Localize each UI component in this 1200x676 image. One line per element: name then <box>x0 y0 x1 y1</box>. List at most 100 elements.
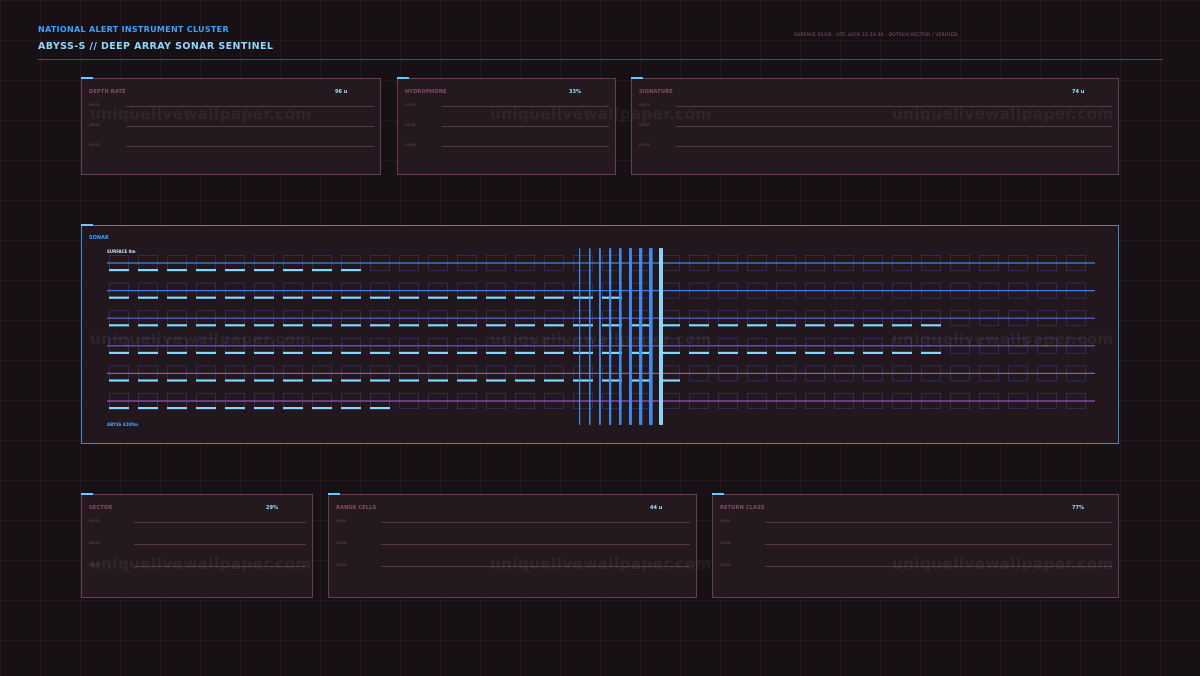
channel-row: CH 03 <box>405 143 609 149</box>
channel-label: CH 02 <box>720 541 731 545</box>
return-bar <box>138 296 158 299</box>
channel-label: CH 03 <box>639 143 650 147</box>
return-bar <box>370 351 390 354</box>
return-bar <box>341 296 361 299</box>
return-bar <box>428 379 448 382</box>
return-bar <box>312 324 332 327</box>
return-bar <box>283 407 303 410</box>
return-bar <box>138 324 158 327</box>
return-bar <box>196 324 216 327</box>
return-bar <box>109 351 129 354</box>
return-bar <box>341 269 361 272</box>
return-bar <box>921 351 941 354</box>
panel-tab <box>631 77 643 79</box>
return-bar <box>457 379 477 382</box>
return-bar <box>863 351 883 354</box>
channel-row: CH 01 <box>336 519 690 525</box>
panel-value: 74 u <box>1072 89 1085 95</box>
return-bar <box>109 407 129 410</box>
watermark: uniquelivewallpaper.com <box>892 105 1114 123</box>
return-bar <box>167 379 187 382</box>
watermark: uniquelivewallpaper.com <box>90 555 312 573</box>
return-bar <box>428 351 448 354</box>
watermark: uniquelivewallpaper.com <box>892 555 1114 573</box>
return-bar <box>689 324 709 327</box>
channel-row: CH 03 <box>639 143 1112 149</box>
watermark: uniquelivewallpaper.com <box>892 330 1114 348</box>
panel-label: RANGE CELLS <box>336 505 377 511</box>
panel-value: 96 u <box>335 89 348 95</box>
return-bar <box>805 351 825 354</box>
return-bar <box>486 379 506 382</box>
return-bar <box>747 324 767 327</box>
return-bar <box>109 379 129 382</box>
return-bar <box>486 296 506 299</box>
panel-label: HYDROPHONE <box>405 89 447 95</box>
return-bar <box>138 269 158 272</box>
page-title: ABYSS-S // DEEP ARRAY SONAR SENTINEL <box>38 41 274 52</box>
return-bar <box>486 351 506 354</box>
return-bar <box>312 296 332 299</box>
return-bar <box>109 324 129 327</box>
return-bar <box>457 324 477 327</box>
return-bar <box>138 351 158 354</box>
panel-label: SECTOR <box>89 505 113 511</box>
return-bar <box>109 269 129 272</box>
return-bar <box>892 351 912 354</box>
watermark: uniquelivewallpaper.com <box>490 555 712 573</box>
sector-panel: SECTOR 29% CH 01 CH 02 CH 03 <box>81 493 313 598</box>
panel-label: RETURN CLASS <box>720 505 765 511</box>
return-bar <box>283 269 303 272</box>
return-bar <box>225 379 245 382</box>
return-bar <box>312 269 332 272</box>
return-bar <box>254 379 274 382</box>
return-bar <box>167 296 187 299</box>
channel-label: CH 03 <box>89 143 100 147</box>
panel-value: 29% <box>266 505 278 511</box>
watermark: uniquelivewallpaper.com <box>90 330 312 348</box>
return-bar <box>457 296 477 299</box>
status-meta: SURFACE 02/16 · UTC LOCK 21:54:34 · DOTS… <box>794 33 958 38</box>
return-bar <box>283 324 303 327</box>
return-bar <box>283 351 303 354</box>
channel-label: CH 02 <box>405 123 416 127</box>
return-bar <box>776 324 796 327</box>
return-bar <box>863 324 883 327</box>
return-bar <box>225 351 245 354</box>
return-bar <box>196 296 216 299</box>
return-bar <box>776 351 796 354</box>
watermark: uniquelivewallpaper.com <box>490 105 712 123</box>
channel-label: CH 01 <box>89 519 100 523</box>
return-bar <box>515 324 535 327</box>
return-bar <box>341 324 361 327</box>
channel-row: CH 02 <box>405 123 609 129</box>
watermark: uniquelivewallpaper.com <box>490 330 712 348</box>
return-bar <box>370 407 390 410</box>
return-bar <box>718 324 738 327</box>
depth-rate-panel: DEPTH RATE 96 u CH 01 CH 02 CH 03 <box>81 77 381 175</box>
return-bar <box>254 324 274 327</box>
return-bar <box>747 351 767 354</box>
channel-label: CH 01 <box>720 519 731 523</box>
return-bar <box>196 351 216 354</box>
channel-row: CH 02 <box>89 541 306 547</box>
panel-tab <box>328 493 340 495</box>
return-bar <box>834 351 854 354</box>
watermark: uniquelivewallpaper.com <box>90 105 312 123</box>
return-bar <box>399 379 419 382</box>
return-bar <box>225 269 245 272</box>
return-bar <box>254 296 274 299</box>
return-bar <box>457 351 477 354</box>
return-bar <box>138 379 158 382</box>
return-bar <box>544 351 564 354</box>
return-bar <box>544 296 564 299</box>
return-bar <box>283 296 303 299</box>
channel-label: CH 02 <box>89 541 100 545</box>
return-bar <box>341 407 361 410</box>
channel-label: CH 01 <box>405 103 416 107</box>
return-bar <box>428 324 448 327</box>
return-bar <box>341 379 361 382</box>
panel-label: SIGNATURE <box>639 89 673 95</box>
return-bar <box>370 379 390 382</box>
return-bar <box>254 351 274 354</box>
